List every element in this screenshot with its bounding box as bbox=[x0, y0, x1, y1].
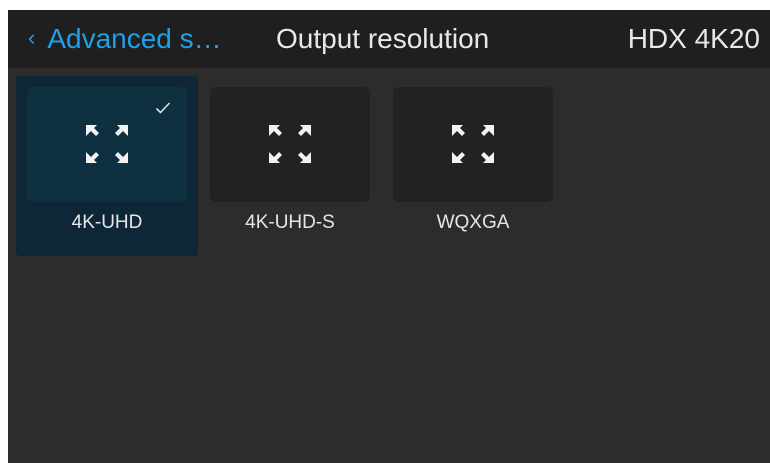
resolution-tile-box bbox=[393, 87, 553, 202]
resolution-tile-box bbox=[27, 87, 187, 202]
resolution-label: WQXGA bbox=[436, 212, 510, 233]
page-title: Output resolution bbox=[276, 23, 490, 54]
back-label: Advanced s… bbox=[47, 23, 222, 54]
resolution-tile-wqxga[interactable]: WQXGA bbox=[382, 76, 564, 256]
resolution-tile-4k-uhd[interactable]: 4K-UHD bbox=[16, 76, 198, 256]
checkmark-icon bbox=[155, 102, 171, 114]
device-name: HDX 4K20 bbox=[627, 23, 760, 54]
header-bar: ‹ Advanced s… Output resolution HDX 4K20 bbox=[8, 10, 770, 68]
resolution-label: 4K-UHD bbox=[71, 212, 143, 233]
expand-icon bbox=[452, 125, 494, 163]
back-button[interactable]: ‹ Advanced s… bbox=[28, 10, 222, 68]
expand-icon bbox=[269, 125, 311, 163]
resolution-label: 4K-UHD-S bbox=[245, 212, 335, 233]
resolution-tile-4k-uhd-s[interactable]: 4K-UHD-S bbox=[199, 76, 381, 256]
screen: ‹ Advanced s… Output resolution HDX 4K20… bbox=[8, 10, 770, 463]
expand-icon bbox=[86, 125, 128, 163]
resolution-tile-box bbox=[210, 87, 370, 202]
chevron-left-icon: ‹ bbox=[28, 25, 36, 50]
